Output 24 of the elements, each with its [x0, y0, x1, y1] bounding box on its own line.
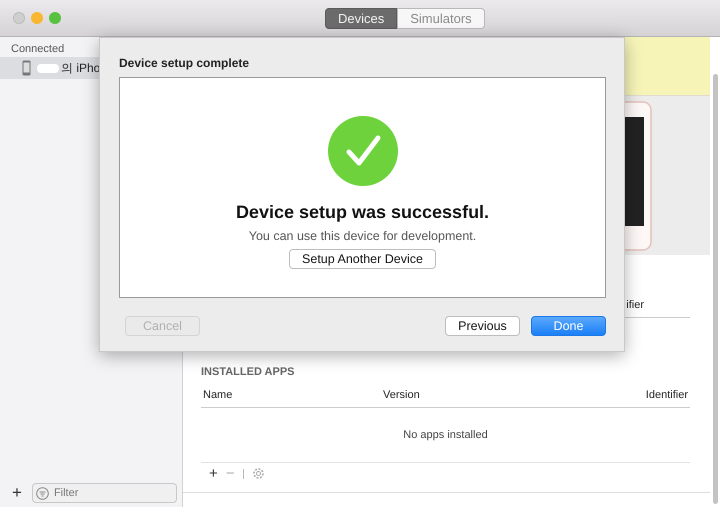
- section-title: INSTALLED APPS: [201, 366, 296, 378]
- filter-field[interactable]: Filter: [32, 483, 177, 503]
- section-header: Connected: [10, 42, 66, 57]
- zoom-button[interactable]: [49, 12, 61, 24]
- message: You can use this device for development.: [248, 229, 476, 243]
- setup-another-button[interactable]: Setup Another Device: [289, 249, 436, 269]
- redaction-mark: [37, 64, 59, 72]
- checkmark-icon: [328, 116, 398, 186]
- scrollbar[interactable]: [713, 74, 718, 504]
- filter-icon: [36, 487, 49, 500]
- tab[interactable]: Devices: [325, 8, 398, 28]
- column-header: Version: [383, 389, 421, 401]
- empty-message: No apps installed: [403, 429, 488, 441]
- dialog-button[interactable]: Previous: [445, 316, 520, 336]
- minimize-button[interactable]: [31, 12, 43, 24]
- add-button[interactable]: +: [12, 483, 22, 503]
- column-header: Identifier: [646, 389, 688, 401]
- close-button[interactable]: [13, 12, 25, 24]
- phone-icon: [22, 60, 31, 76]
- heading: Device setup was successful.: [236, 202, 490, 223]
- column-header: ifier: [626, 299, 645, 311]
- settings-icon[interactable]: [252, 467, 265, 480]
- add-button[interactable]: +: [209, 465, 218, 482]
- column-header: Name: [203, 389, 234, 401]
